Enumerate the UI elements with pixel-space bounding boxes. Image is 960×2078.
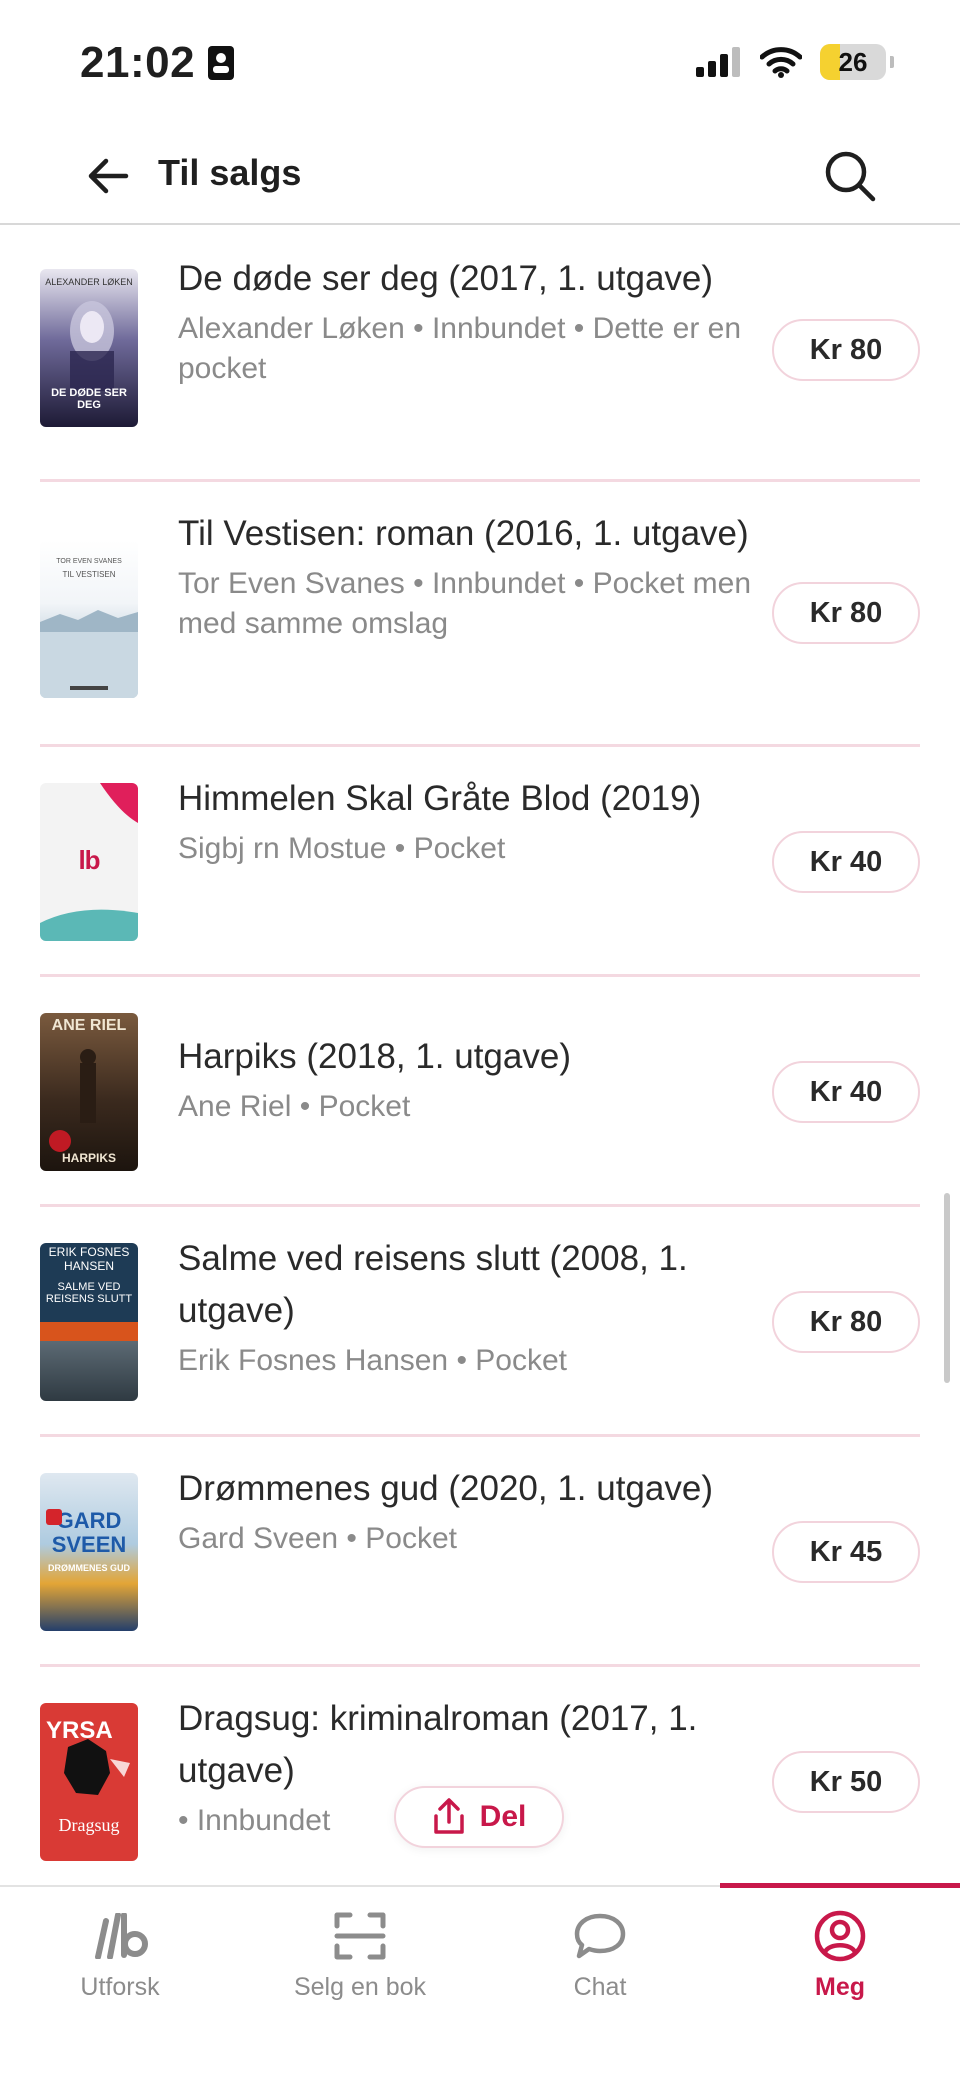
cover-title: HARPIKS <box>61 1151 116 1165</box>
book-title: Salme ved reisens slutt (2008, 1. utgave… <box>178 1239 688 1330</box>
price-tag[interactable]: Kr 80 <box>772 582 920 644</box>
book-title: Dragsug: kriminalroman (2017, 1. utgave) <box>178 1699 698 1790</box>
tab-label: Meg <box>815 1973 865 2001</box>
top-app-bar: Til salgs <box>0 130 960 225</box>
book-meta: Erik Fosnes Hansen • Pocket <box>178 1344 568 1377</box>
book-row[interactable]: YRSA Dragsug Dragsug: kriminalroman (201… <box>40 1667 920 1885</box>
placeholder-logo-icon: lb <box>78 845 100 875</box>
book-info: Drømmenes gud (2020, 1. utgave) Gard Sve… <box>178 1463 758 1559</box>
price-tag[interactable]: Kr 50 <box>772 1751 920 1813</box>
status-time: 21:02 <box>80 38 196 87</box>
cover-illustration <box>49 1049 96 1152</box>
user-profile-icon <box>813 1905 867 1967</box>
book-info: Himmelen Skal Gråte Blod (2019) Sigbj rn… <box>178 773 758 869</box>
cover-illustration <box>40 610 138 698</box>
book-meta: Tor Even Svanes • Innbundet • Pocket men… <box>178 567 752 640</box>
tab-label: Chat <box>573 1973 627 2001</box>
battery-level: 26 <box>838 46 868 77</box>
book-title: Til Vestisen: roman (2016, 1. utgave) <box>178 514 749 553</box>
book-row[interactable]: TOR EVEN SVANES TIL VESTISEN Til Vestise… <box>40 482 920 747</box>
price-tag[interactable]: Kr 40 <box>772 1061 920 1123</box>
search-button[interactable] <box>818 144 882 208</box>
tab-chat[interactable]: Chat <box>480 1887 720 2027</box>
book-title: Drømmenes gud (2020, 1. utgave) <box>178 1469 713 1508</box>
arrow-left-icon <box>88 158 129 194</box>
cover-title: SALME VED REISENS SLUTT <box>45 1281 133 1305</box>
book-title: Himmelen Skal Gråte Blod (2019) <box>178 779 702 818</box>
lb-logo-icon <box>90 1905 150 1967</box>
book-cover: ANE RIEL HARPIKS <box>40 1013 138 1171</box>
book-info: De døde ser deg (2017, 1. utgave) Alexan… <box>178 253 758 389</box>
tab-label: Utforsk <box>80 1973 160 2001</box>
scan-icon <box>334 1905 386 1967</box>
book-cover: ALEXANDER LØKEN DE DØDE SER DEG <box>40 269 138 427</box>
share-button[interactable]: Del <box>394 1786 564 1848</box>
book-title: Harpiks (2018, 1. utgave) <box>178 1037 571 1076</box>
contact-card-icon <box>208 46 235 80</box>
book-list: ALEXANDER LØKEN DE DØDE SER DEG De døde … <box>40 227 920 1885</box>
book-cover: GARD SVEEN DRØMMENES GUD <box>40 1473 138 1631</box>
status-time-group: 21:02 <box>80 38 235 88</box>
book-meta: Alexander Løken • Innbundet • Dette er e… <box>178 312 742 385</box>
battery-tip <box>890 56 894 68</box>
battery-icon: 26 <box>820 44 886 80</box>
book-row[interactable]: ERIK FOSNES HANSEN SALME VED REISENS SLU… <box>40 1207 920 1437</box>
book-cover: YRSA Dragsug <box>40 1703 138 1861</box>
price-tag[interactable]: Kr 80 <box>772 1291 920 1353</box>
tab-utforsk[interactable]: Utforsk <box>0 1887 240 2027</box>
cover-author: ERIK FOSNES HANSEN <box>48 1245 130 1273</box>
chat-bubble-icon <box>573 1905 627 1967</box>
search-icon <box>825 151 876 202</box>
book-row[interactable]: ALEXANDER LØKEN DE DØDE SER DEG De døde … <box>40 227 920 482</box>
book-cover: lb <box>40 783 138 941</box>
signal-icon <box>696 47 740 77</box>
book-meta: Sigbj rn Mostue • Pocket <box>178 832 506 865</box>
book-title: De døde ser deg (2017, 1. utgave) <box>178 259 714 298</box>
tab-label: Selg en bok <box>293 1973 427 2001</box>
book-cover: ERIK FOSNES HANSEN SALME VED REISENS SLU… <box>40 1243 138 1401</box>
status-indicators: 26 <box>696 44 894 80</box>
book-info: Harpiks (2018, 1. utgave) Ane Riel • Poc… <box>178 1031 758 1127</box>
book-row[interactable]: ANE RIEL HARPIKS Harpiks (2018, 1. utgav… <box>40 977 920 1207</box>
cover-illustration <box>64 1739 130 1795</box>
cover-illustration <box>46 1509 62 1525</box>
share-icon <box>433 1798 464 1834</box>
book-row[interactable]: GARD SVEEN DRØMMENES GUD Drømmenes gud (… <box>40 1437 920 1667</box>
book-row[interactable]: lb Himmelen Skal Gråte Blod (2019) Sigbj… <box>40 747 920 977</box>
tab-meg[interactable]: Meg <box>720 1887 960 2027</box>
back-button[interactable] <box>80 148 136 204</box>
bottom-tab-bar: Utforsk Selg en bok Chat Meg <box>0 1883 960 2078</box>
wifi-icon <box>760 47 802 78</box>
scrollbar[interactable] <box>944 1193 950 1383</box>
book-meta: Gard Sveen • Pocket <box>178 1522 457 1555</box>
cover-title: DE DØDE SER DEG <box>51 387 127 411</box>
cover-title: Dragsug <box>58 1815 120 1835</box>
price-tag[interactable]: Kr 45 <box>772 1521 920 1583</box>
book-cover: TOR EVEN SVANES TIL VESTISEN <box>40 540 138 698</box>
tab-selg-en-bok[interactable]: Selg en bok <box>240 1887 480 2027</box>
price-tag[interactable]: Kr 80 <box>772 319 920 381</box>
book-info: Salme ved reisens slutt (2008, 1. utgave… <box>178 1233 758 1381</box>
page-title: Til salgs <box>158 152 302 193</box>
status-bar: 21:02 26 <box>0 0 960 130</box>
share-label: Del <box>479 1800 527 1833</box>
book-info: Til Vestisen: roman (2016, 1. utgave) To… <box>178 508 758 644</box>
price-tag[interactable]: Kr 40 <box>772 831 920 893</box>
book-meta: Ane Riel • Pocket <box>178 1090 411 1123</box>
